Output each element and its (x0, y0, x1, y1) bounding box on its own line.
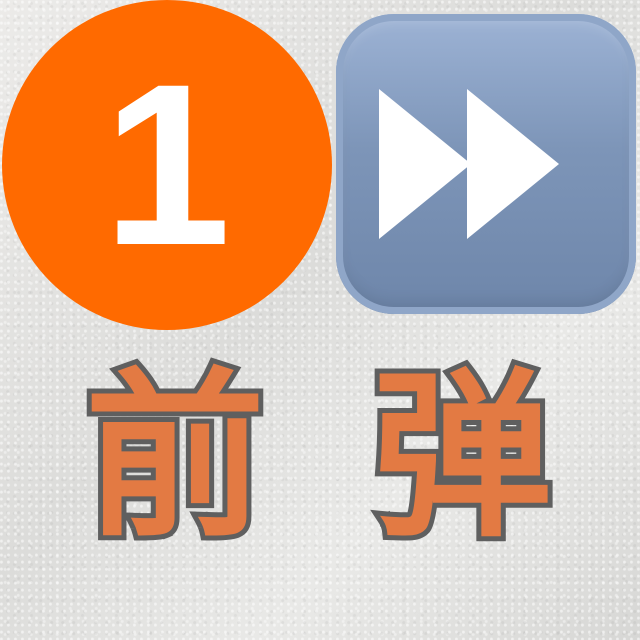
fast-forward-tile (336, 14, 636, 314)
label-left: 前 (80, 353, 270, 562)
fast-forward-icon (379, 89, 559, 239)
number-badge-text: 1 (103, 36, 231, 293)
label-right: 弹 (367, 353, 557, 562)
number-badge: 1 (2, 0, 332, 330)
